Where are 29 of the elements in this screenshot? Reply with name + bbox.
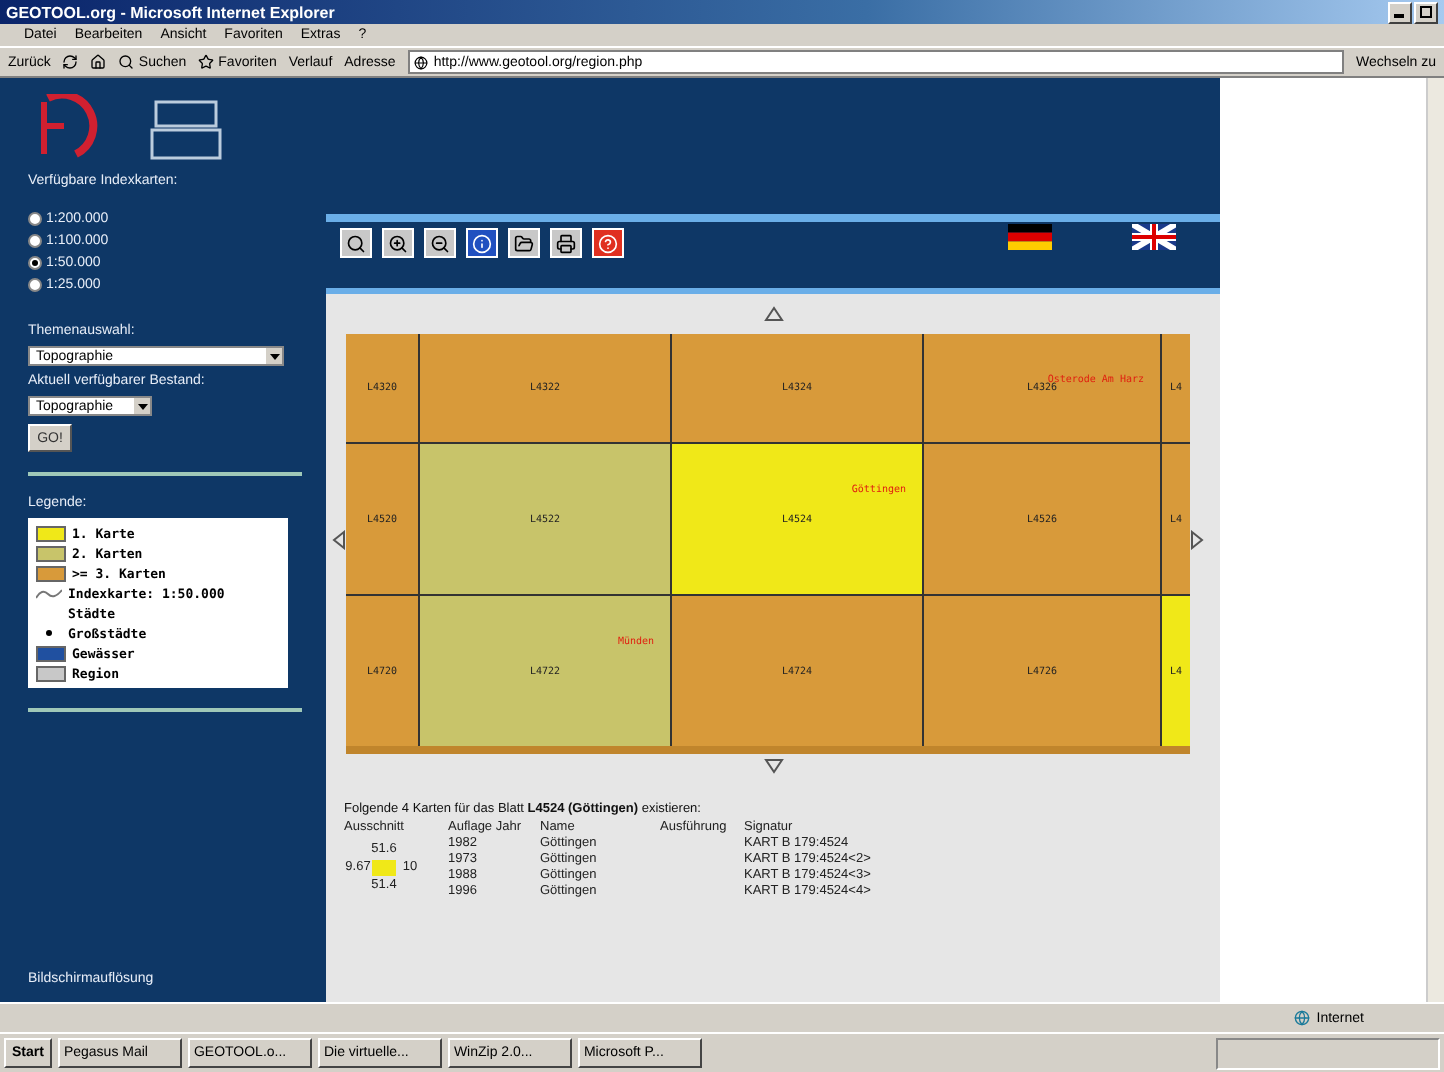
globe-icon [1294, 1010, 1311, 1026]
pan-right-icon[interactable] [1190, 530, 1204, 550]
info-button[interactable] [466, 228, 498, 258]
line-symbol-icon [36, 587, 62, 599]
extent-box [372, 859, 396, 875]
refresh-icon[interactable] [62, 54, 79, 70]
folder-button[interactable] [508, 228, 540, 258]
minimize-button[interactable] [1388, 1, 1412, 23]
pan-left-icon[interactable] [332, 530, 346, 550]
search-icon [118, 54, 135, 70]
help-button[interactable] [592, 228, 624, 258]
globe-icon [413, 55, 428, 69]
print-button[interactable] [550, 228, 582, 258]
pan-up-icon[interactable] [763, 306, 783, 322]
british-flag-icon[interactable] [1132, 224, 1176, 250]
pan-down-icon[interactable] [763, 758, 783, 774]
caret-icon [137, 403, 147, 409]
caret-icon [269, 353, 279, 359]
maximize-icon [1420, 6, 1432, 18]
maximize-button[interactable] [1414, 1, 1438, 23]
home-icon[interactable] [90, 54, 107, 70]
german-flag-icon[interactable] [1008, 224, 1052, 250]
scrollbar[interactable] [1426, 78, 1444, 1002]
star-icon [198, 54, 215, 70]
dot-symbol-icon [46, 630, 52, 636]
zoom-in-button[interactable] [382, 228, 414, 258]
zoom-out-button[interactable] [424, 228, 456, 258]
window-title: GEOTOOL.org - Microsoft Internet Explorer [6, 3, 335, 21]
zoom-extent-button[interactable] [340, 228, 372, 258]
